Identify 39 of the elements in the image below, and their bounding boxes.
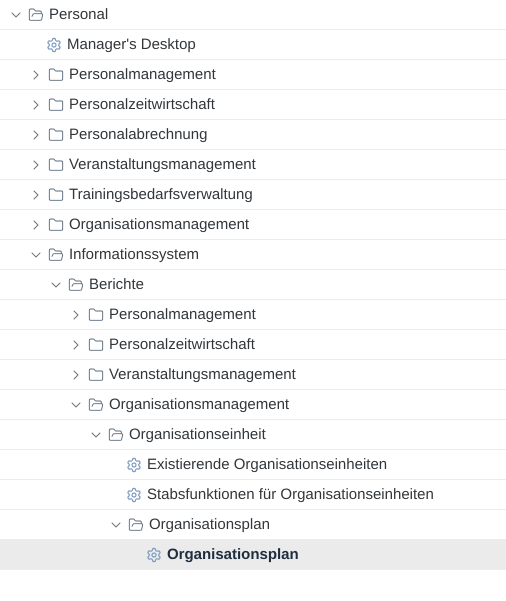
folder-icon [88,366,104,382]
tree-item-label: Organisationsplan [149,516,270,533]
folder-icon [48,156,64,172]
tree-item-label: Stabsfunktionen für Organisationseinheiten [147,486,434,503]
tree-item-label: Personalabrechnung [69,126,208,143]
tree-item-label: Personalmanagement [109,306,256,323]
open-folder-icon [88,396,104,412]
gear-icon [146,546,162,562]
folder-icon [88,306,104,322]
tree-item-label: Personalmanagement [69,66,216,83]
folder-icon [48,66,64,82]
open-folder-icon [68,276,84,292]
tree-item-label: Organisationseinheit [129,426,266,443]
tree-item-label: Organisationsmanagement [109,396,290,413]
tree-item-label: Berichte [89,276,144,293]
tree-item-label: Personalzeitwirtschaft [109,336,255,353]
open-folder-icon [28,6,44,22]
tree-item-label: Personal [49,6,108,23]
folder-icon [48,126,64,142]
folder-icon [88,336,104,352]
open-folder-icon [108,426,124,442]
tree-item-label: Veranstaltungsmanagement [69,156,256,173]
gear-icon [126,456,142,472]
gear-icon [46,36,62,52]
folder-icon [48,186,64,202]
tree-row[interactable]: Organisationsplan [0,540,506,570]
tree-item-label: Existierende Organisationseinheiten [147,456,388,473]
tree-item-label: Personalzeitwirtschaft [69,96,215,113]
gear-icon [126,486,142,502]
tree-item-label: Veranstaltungsmanagement [109,366,296,383]
tree-item-label: Manager's Desktop [67,36,196,53]
folder-icon [48,96,64,112]
tree-item-label: Organisationsplan [167,546,299,563]
tree-item-label: Organisationsmanagement [69,216,250,233]
tree-item-label: Informationssystem [69,246,200,263]
open-folder-icon [128,516,144,532]
tree-item-label: Trainingsbedarfsverwaltung [69,186,253,203]
folder-icon [48,216,64,232]
open-folder-icon [48,246,64,262]
